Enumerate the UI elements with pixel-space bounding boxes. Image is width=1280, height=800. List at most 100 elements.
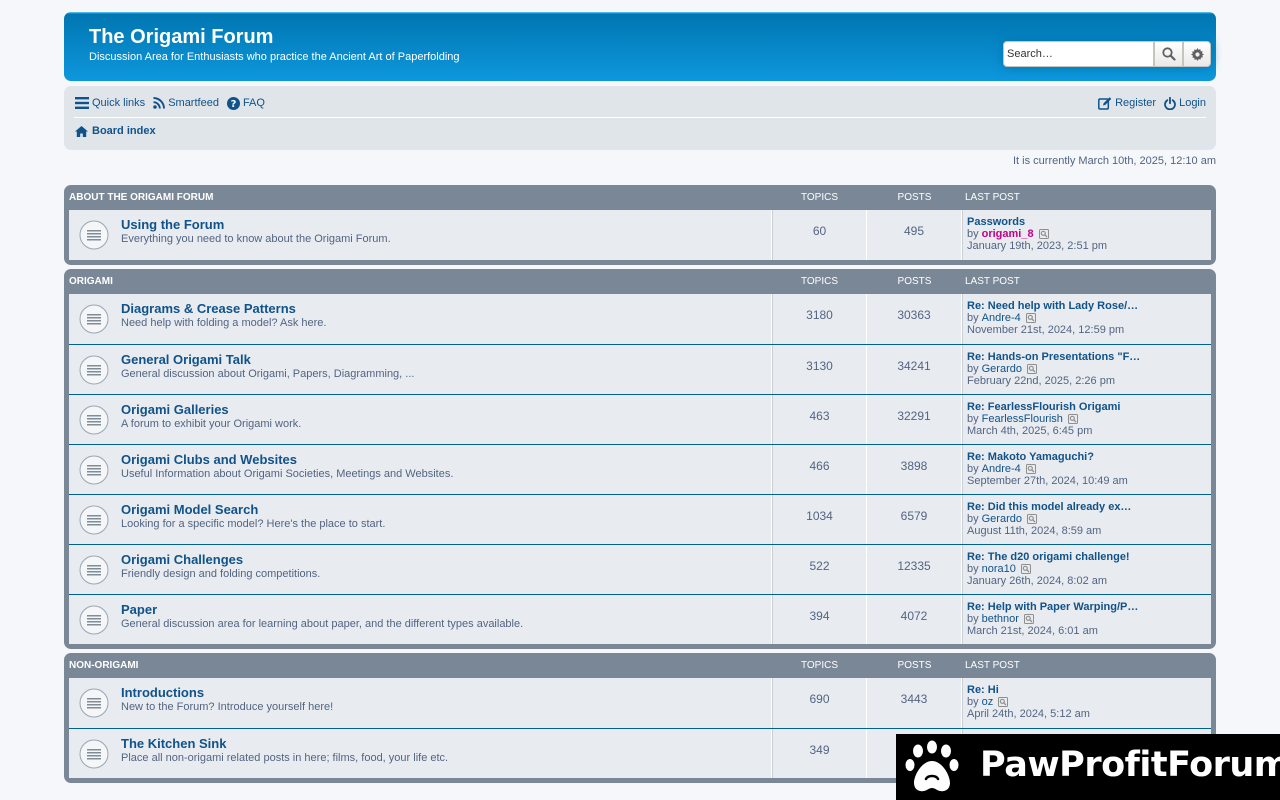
forum-read-icon bbox=[79, 455, 109, 485]
forum-row: Paper General discussion area for learnin… bbox=[69, 594, 1211, 644]
last-post-title[interactable]: Passwords bbox=[967, 216, 1211, 228]
forum-topics-count: 522 bbox=[772, 545, 867, 594]
last-post-title[interactable]: Re: FearlessFlourish Origami bbox=[967, 401, 1211, 413]
view-latest-post-icon[interactable] bbox=[1025, 464, 1036, 474]
forum-read-icon bbox=[79, 605, 109, 635]
last-post-title[interactable]: Re: Hi bbox=[967, 684, 1211, 696]
forum-title[interactable]: Origami Galleries bbox=[121, 402, 229, 417]
posts-column-header: POSTS bbox=[897, 276, 932, 287]
last-post-title[interactable]: Re: Need help with Lady Rose/… bbox=[967, 300, 1211, 312]
last-post-title[interactable]: Re: Hands-on Presentations "F… bbox=[967, 351, 1211, 363]
forum-row: General Origami Talk General discussion a… bbox=[69, 344, 1211, 394]
forum-description: General discussion area for learning abo… bbox=[121, 618, 524, 630]
forum-description: Need help with folding a model? Ask here… bbox=[121, 317, 327, 329]
last-post-author[interactable]: Andre-4 bbox=[982, 312, 1021, 324]
last-post-date: March 4th, 2025, 6:45 pm bbox=[967, 425, 1093, 437]
forum-posts-count: 3443 bbox=[867, 678, 962, 728]
forum-title[interactable]: General Origami Talk bbox=[121, 352, 251, 367]
last-post-date: April 24th, 2024, 5:12 am bbox=[967, 708, 1090, 720]
forum-main: Introductions New to the Forum? Introduce… bbox=[69, 678, 772, 728]
topics-column-header: TOPICS bbox=[800, 660, 839, 671]
forum-read-icon bbox=[79, 555, 109, 585]
last-post-byline: by oz bbox=[967, 696, 1211, 708]
category-title[interactable]: ABOUT THE ORIGAMI FORUM bbox=[69, 192, 772, 203]
forum-last-post: Re: Hi by oz April 24th, 2024, 5:12 am bbox=[962, 678, 1211, 728]
forum-main: Diagrams & Crease Patterns Need help with… bbox=[69, 294, 772, 344]
last-post-byline: by Gerardo bbox=[967, 513, 1211, 525]
by-label: by bbox=[967, 228, 979, 240]
forum-last-post: Re: FearlessFlourish Origami by FearlessFl… bbox=[962, 395, 1211, 444]
forum-row: Using the Forum Everything you need to k… bbox=[69, 210, 1211, 260]
faq-label: FAQ bbox=[242, 97, 265, 109]
last-post-title[interactable]: Re: Help with Paper Warping/P… bbox=[967, 601, 1211, 613]
forum-main: Origami Clubs and Websites Useful Informa… bbox=[69, 445, 772, 494]
forum-title[interactable]: Paper bbox=[121, 602, 157, 617]
view-latest-post-icon[interactable] bbox=[1020, 564, 1031, 574]
forum-title[interactable]: Origami Clubs and Websites bbox=[121, 452, 297, 467]
faq-link[interactable]: ? FAQ bbox=[226, 96, 265, 110]
forum-topics-count: 463 bbox=[772, 395, 867, 444]
forum-row: Origami Galleries A forum to exhibit your… bbox=[69, 394, 1211, 444]
forum-main: Origami Challenges Friendly design and fo… bbox=[69, 545, 772, 594]
last-post-author[interactable]: oz bbox=[982, 696, 994, 708]
login-link[interactable]: Login bbox=[1164, 96, 1206, 110]
forum-description: New to the Forum? Introduce yourself her… bbox=[121, 701, 334, 713]
forum-last-post: Re: Makoto Yamaguchi? by Andre-4 September … bbox=[962, 445, 1211, 494]
forum-last-post: Re: Need help with Lady Rose/… by Andre-4 N… bbox=[962, 294, 1211, 344]
last-post-title[interactable]: Re: Did this model already ex… bbox=[967, 501, 1211, 513]
forum-main: Using the Forum Everything you need to k… bbox=[69, 210, 772, 260]
forum-row: Introductions New to the Forum? Introduce… bbox=[69, 678, 1211, 728]
forum-title[interactable]: Origami Model Search bbox=[121, 502, 258, 517]
smartfeed-link[interactable]: Smartfeed bbox=[153, 97, 219, 109]
last-post-column-header: LAST POST bbox=[965, 192, 1020, 203]
rss-icon bbox=[153, 97, 166, 109]
search-input[interactable] bbox=[1003, 41, 1154, 67]
last-post-author[interactable]: nora10 bbox=[982, 563, 1016, 575]
forum-row: Origami Model Search Looking for a specif… bbox=[69, 494, 1211, 544]
last-post-title[interactable]: Re: The d20 origami challenge! bbox=[967, 551, 1211, 563]
forum-title[interactable]: Using the Forum bbox=[121, 217, 224, 232]
forum-topics-count: 3130 bbox=[772, 345, 867, 394]
forum-title[interactable]: Origami Challenges bbox=[121, 552, 243, 567]
last-post-author[interactable]: bethnor bbox=[982, 613, 1019, 625]
last-post-author[interactable]: Andre-4 bbox=[982, 463, 1021, 475]
view-latest-post-icon[interactable] bbox=[1026, 514, 1037, 524]
category-block: ORIGAMI TOPICS POSTS LAST POST Diagrams … bbox=[64, 269, 1216, 649]
quick-links-menu[interactable]: Quick links bbox=[75, 97, 145, 109]
search-button[interactable] bbox=[1154, 41, 1183, 67]
register-label: Register bbox=[1115, 97, 1157, 109]
promo-text: PawProfitForum bbox=[980, 745, 1280, 785]
view-latest-post-icon[interactable] bbox=[1026, 364, 1037, 374]
forum-read-icon bbox=[79, 355, 109, 385]
forum-title[interactable]: Diagrams & Crease Patterns bbox=[121, 301, 296, 316]
last-post-author[interactable]: Gerardo bbox=[982, 513, 1022, 525]
last-post-date: August 11th, 2024, 8:59 am bbox=[967, 525, 1102, 537]
view-latest-post-icon[interactable] bbox=[1038, 229, 1049, 239]
last-post-date: November 21st, 2024, 12:59 pm bbox=[967, 324, 1125, 336]
last-post-title[interactable]: Re: Makoto Yamaguchi? bbox=[967, 451, 1211, 463]
category-header: NON-ORIGAMI TOPICS POSTS LAST POST bbox=[69, 653, 1211, 678]
breadcrumb[interactable]: Board index bbox=[75, 125, 156, 137]
category-title[interactable]: ORIGAMI bbox=[69, 276, 772, 287]
view-latest-post-icon[interactable] bbox=[1025, 313, 1036, 323]
last-post-byline: by origami_8 bbox=[967, 228, 1211, 240]
forum-title[interactable]: Introductions bbox=[121, 685, 204, 700]
advanced-search-button[interactable] bbox=[1183, 41, 1211, 67]
forum-topics-count: 1034 bbox=[772, 495, 867, 544]
register-link[interactable]: Register bbox=[1098, 96, 1157, 110]
view-latest-post-icon[interactable] bbox=[1023, 614, 1034, 624]
site-title[interactable]: The Origami Forum bbox=[89, 26, 273, 49]
view-latest-post-icon[interactable] bbox=[998, 697, 1009, 707]
promo-banner[interactable]: PawProfitForum bbox=[896, 734, 1280, 800]
last-post-byline: by FearlessFlourish bbox=[967, 413, 1211, 425]
forum-title[interactable]: The Kitchen Sink bbox=[121, 736, 226, 751]
view-latest-post-icon[interactable] bbox=[1067, 414, 1078, 424]
forum-read-icon bbox=[79, 405, 109, 435]
last-post-author[interactable]: origami_8 bbox=[982, 228, 1034, 240]
category-title[interactable]: NON-ORIGAMI bbox=[69, 660, 772, 671]
forum-row: Diagrams & Crease Patterns Need help with… bbox=[69, 294, 1211, 344]
last-post-author[interactable]: FearlessFlourish bbox=[982, 413, 1063, 425]
forum-description: A forum to exhibit your Origami work. bbox=[121, 418, 302, 430]
forum-last-post: Re: Did this model already ex… by Gerardo A… bbox=[962, 495, 1211, 544]
last-post-author[interactable]: Gerardo bbox=[982, 363, 1022, 375]
